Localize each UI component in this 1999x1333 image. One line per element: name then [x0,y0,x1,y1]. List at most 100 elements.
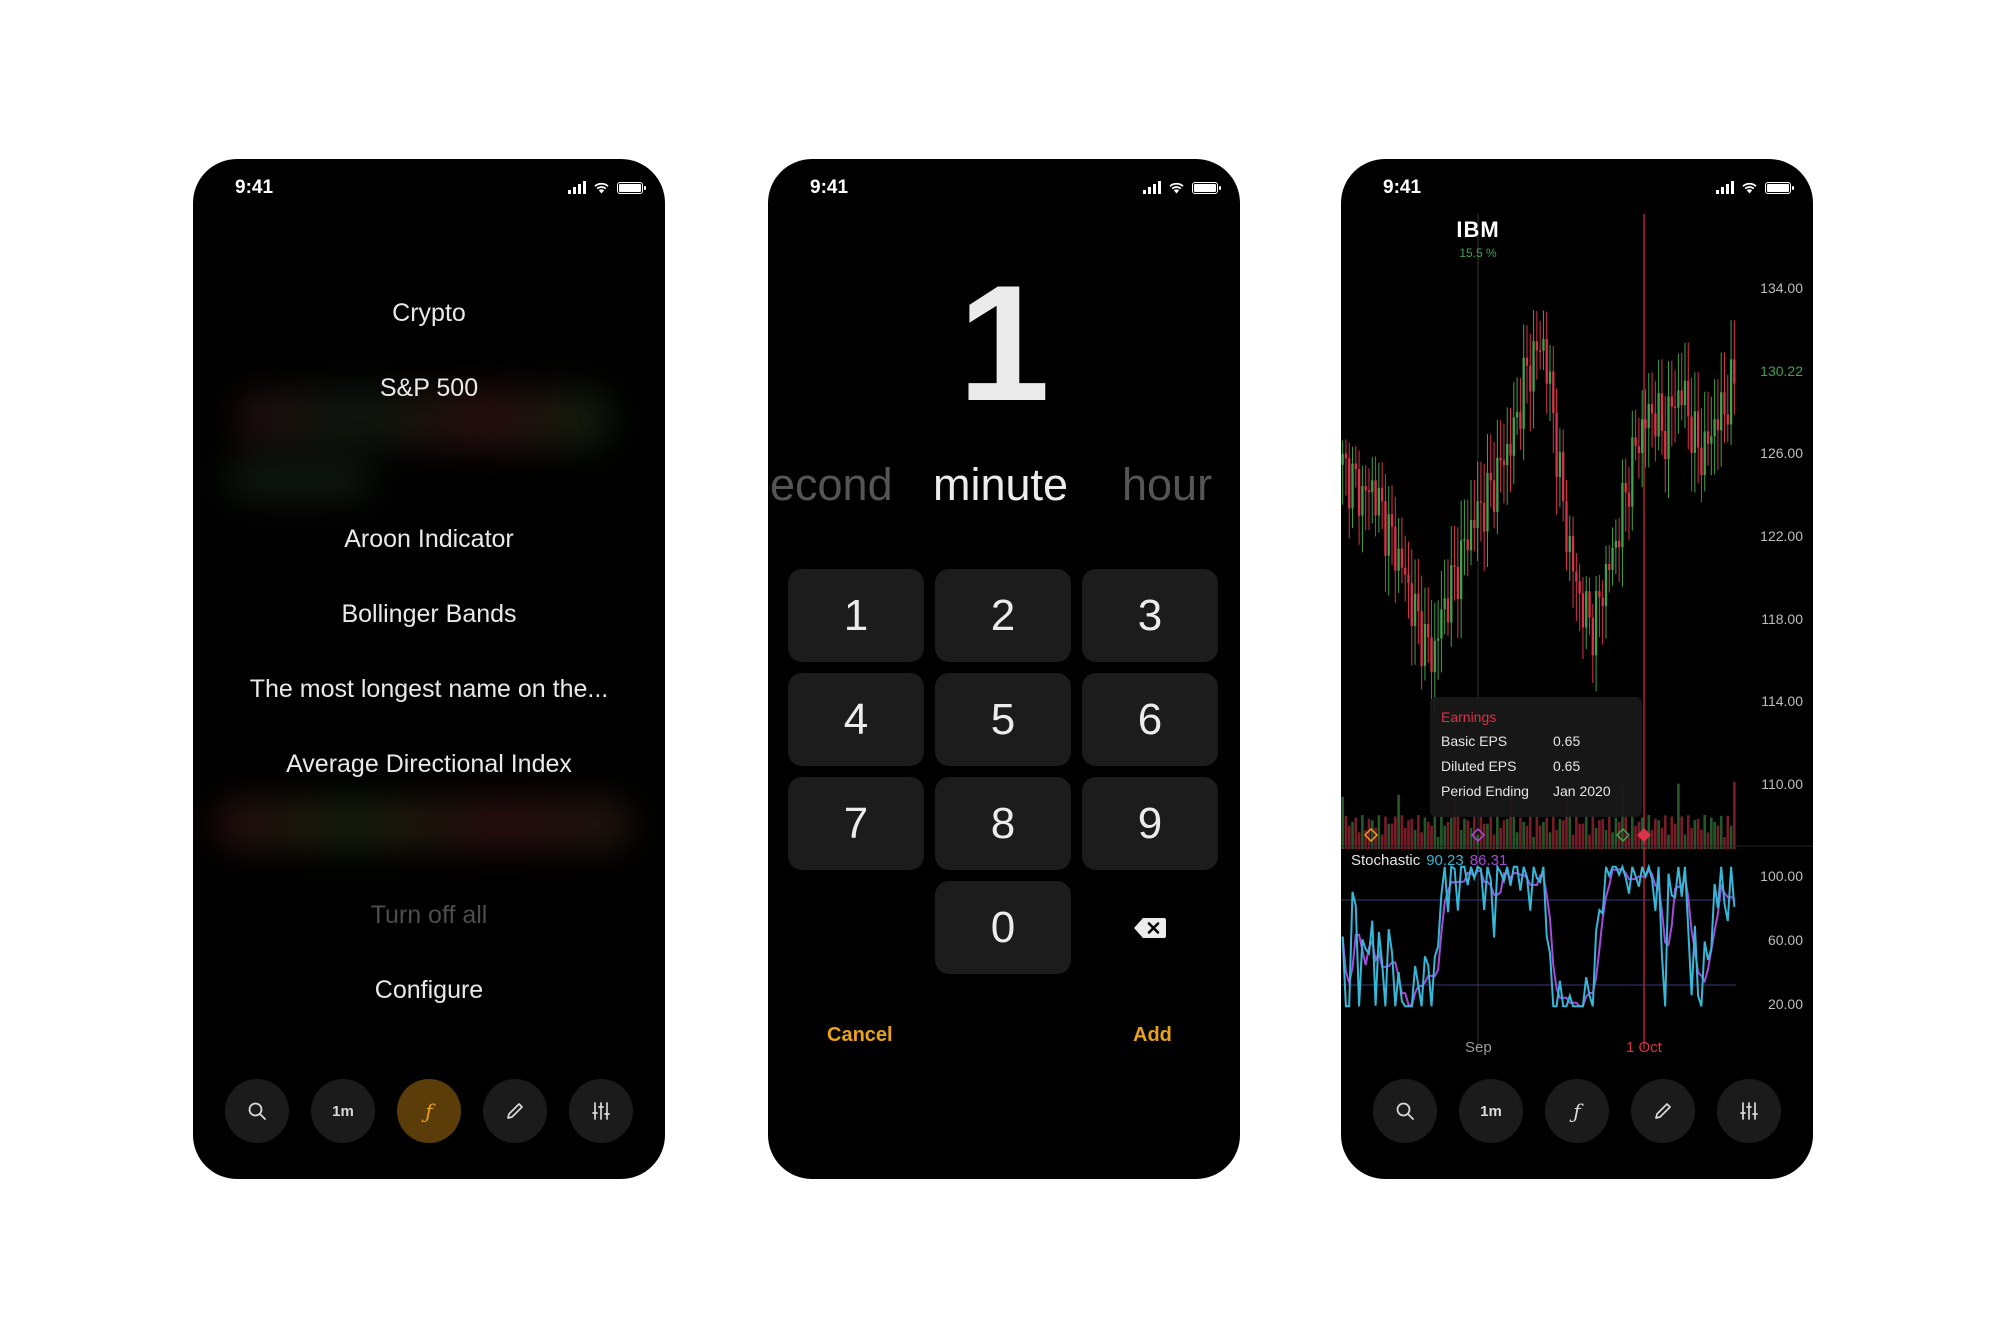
cancel-button[interactable]: Cancel [827,1024,893,1047]
candle-body [1367,490,1371,493]
volume-bar [1426,821,1430,849]
price-chart[interactable] [1341,159,1813,1179]
candle-body [1466,539,1469,551]
volume-bar [1384,816,1387,849]
candle-body [1525,357,1529,366]
settings-button[interactable] [569,1079,633,1143]
key-3[interactable]: 3 [1082,569,1218,662]
volume-bar [1719,815,1723,849]
candle-body [1720,392,1723,431]
candle-body [1581,593,1585,628]
key-6[interactable]: 6 [1082,673,1218,766]
draw-button[interactable] [1631,1079,1695,1143]
candle-body [1710,436,1713,444]
search-button[interactable] [225,1079,289,1143]
volume-bar [1670,816,1674,849]
menu-item-longest-name[interactable]: The most longest name on the... [193,675,665,704]
candle-body [1351,463,1354,509]
menu-item-crypto[interactable]: Crypto [193,299,665,328]
volume-bar [1667,834,1670,849]
volume-bar [1341,797,1344,849]
indicators-button[interactable]: ƒ [397,1079,461,1143]
candle-body [1433,640,1436,673]
candle-body [1588,591,1591,618]
volume-bar [1578,823,1581,849]
blurred-chart-background [223,459,373,499]
candle-body [1374,480,1377,516]
wifi-icon [1169,182,1184,194]
unit-option-hour[interactable]: hour [1122,459,1212,511]
candlesticks [1341,310,1736,712]
unit-option-minute[interactable]: minute [933,459,1068,511]
volume-bar [1393,816,1397,849]
volume-bar [1601,818,1605,849]
volume-bar [1716,825,1720,849]
candle-body [1456,566,1460,600]
delete-key[interactable] [1082,881,1218,974]
volume-bar [1535,815,1539,849]
volume-bar [1476,834,1479,849]
unit-option-second[interactable]: econd [770,459,893,511]
key-8[interactable]: 8 [935,777,1071,870]
search-button[interactable] [1373,1079,1437,1143]
menu-item-sp500[interactable]: S&P 500 [193,374,665,403]
candle-body [1387,514,1390,556]
key-0[interactable]: 0 [935,881,1071,974]
volume-bar [1347,825,1351,849]
indicators-button[interactable]: ƒ [1545,1079,1609,1143]
configure-button[interactable]: Configure [193,976,665,1005]
menu-item-adx[interactable]: Average Directional Index [193,750,665,779]
volume-bar [1367,818,1371,849]
candle-body [1647,404,1650,429]
candle-body [1384,501,1387,556]
key-1[interactable]: 1 [788,569,924,662]
candle-body [1555,412,1558,477]
menu-item-aroon[interactable]: Aroon Indicator [193,525,665,554]
candle-body [1496,457,1499,513]
candle-body [1617,540,1621,548]
candle-body [1463,539,1466,541]
volume-bar [1591,815,1595,849]
candle-body [1683,380,1687,406]
candle-body [1535,341,1539,351]
candle-body [1713,419,1716,437]
volume-bar [1673,823,1677,849]
volume-bar [1361,815,1364,849]
ticker-symbol[interactable]: IBM [1341,217,1615,243]
volume-bar [1519,817,1522,849]
candle-body [1371,480,1374,493]
key-4[interactable]: 4 [788,673,924,766]
turn-off-all-button[interactable]: Turn off all [193,901,665,930]
draw-button[interactable] [483,1079,547,1143]
menu-item-bollinger[interactable]: Bollinger Bands [193,600,665,629]
candle-body [1631,437,1634,507]
key-5[interactable]: 5 [935,673,1071,766]
volume-bar [1505,818,1509,849]
volume-bar [1575,816,1578,849]
interval-button[interactable]: 1m [1459,1079,1523,1143]
stochastic-label: Stochastic [1351,852,1421,869]
candle-body [1677,390,1680,408]
candle-body [1716,419,1720,431]
volume-bar [1525,825,1529,849]
candle-body [1598,591,1601,598]
candle-body [1430,637,1433,673]
candle-body [1611,547,1614,570]
candle-body [1608,564,1611,570]
candle-body [1726,414,1729,425]
key-7[interactable]: 7 [788,777,924,870]
volume-bar [1407,820,1410,849]
volume-bar [1630,815,1634,849]
interval-button[interactable]: 1m [311,1079,375,1143]
unit-carousel[interactable]: econd minute hour [768,459,1240,519]
key-2[interactable]: 2 [935,569,1071,662]
settings-button[interactable] [1717,1079,1781,1143]
key-9[interactable]: 9 [1082,777,1218,870]
volume-bar [1614,817,1618,849]
volume-bar [1344,815,1348,849]
add-button[interactable]: Add [1133,1024,1172,1047]
battery-icon [617,181,646,194]
volume-bar [1502,820,1506,849]
candle-body [1519,411,1522,429]
volume-bar [1568,815,1572,849]
